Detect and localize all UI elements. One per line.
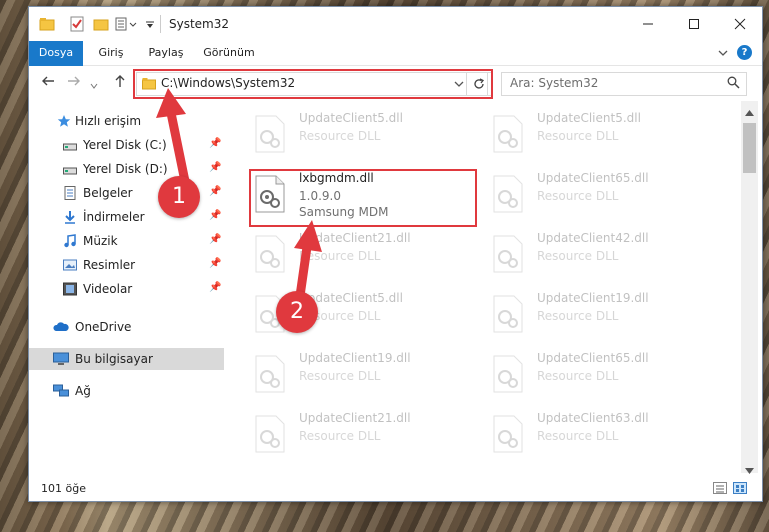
step-2-badge: 2 [276,291,318,333]
step-1-badge: 1 [158,176,200,218]
annotation-arrows [156,88,322,301]
